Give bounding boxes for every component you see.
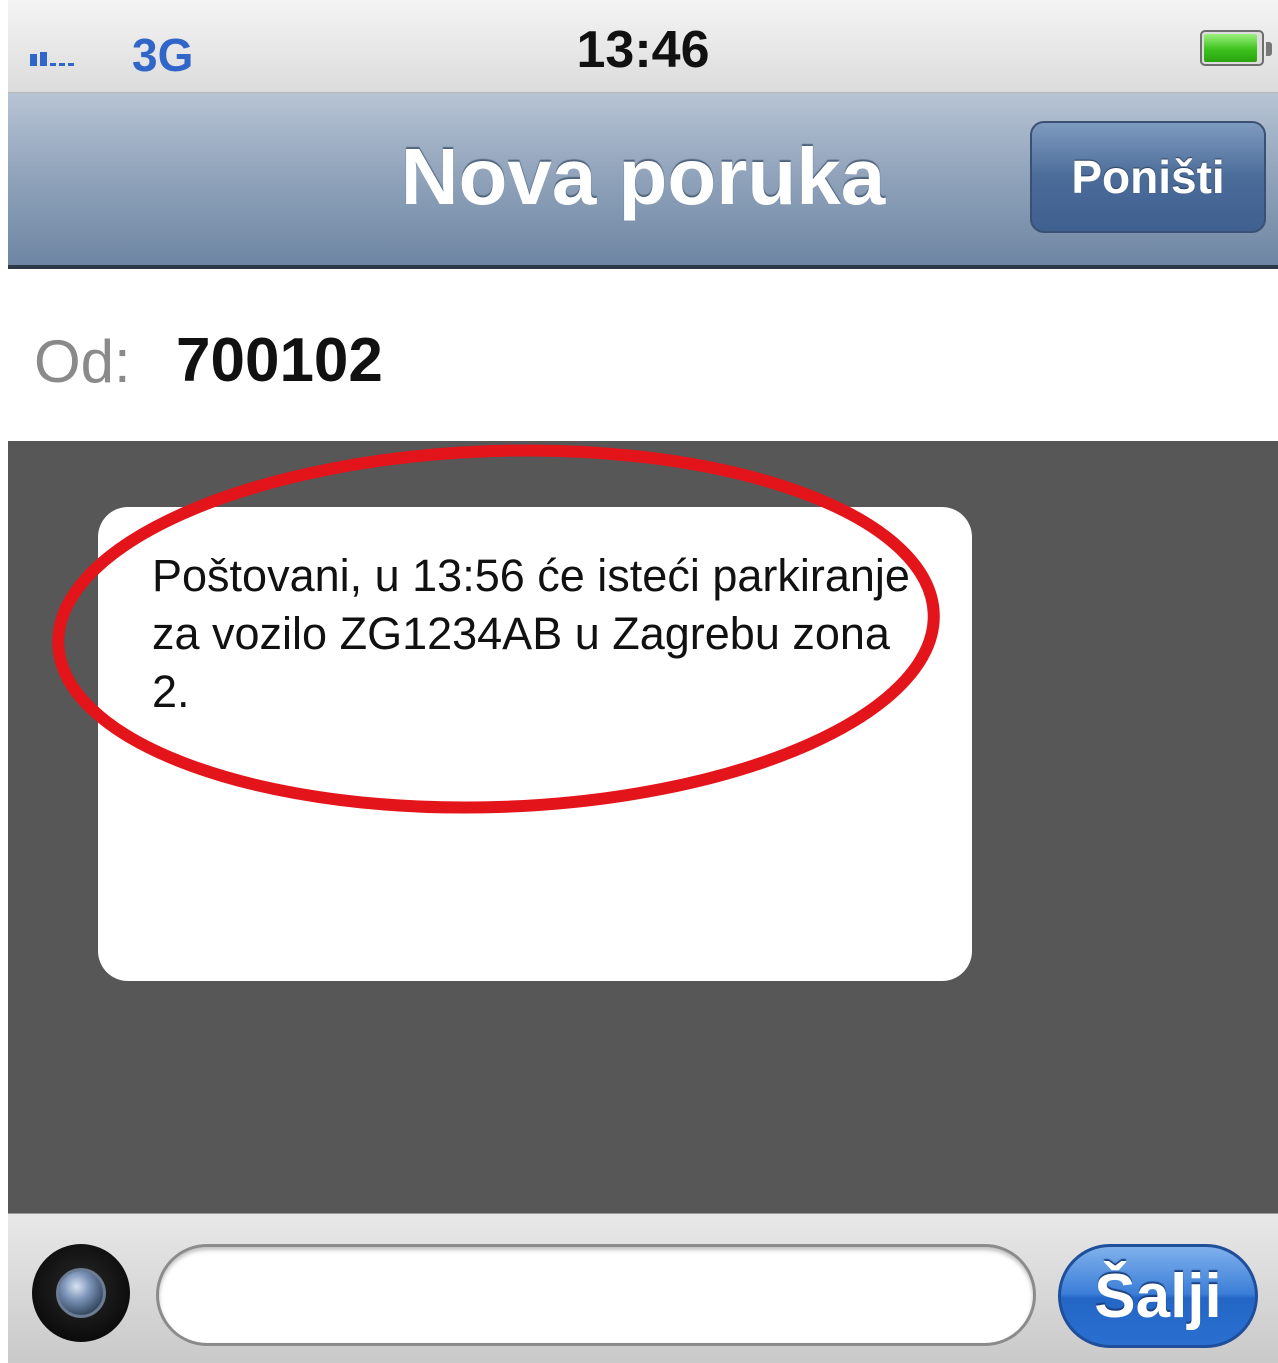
- sender-number[interactable]: 700102: [176, 325, 383, 396]
- sender-row: Od: 700102: [8, 269, 1278, 441]
- message-input[interactable]: [156, 1244, 1036, 1346]
- navigation-bar: Nova poruka Poništi: [8, 93, 1278, 269]
- status-time: 13:46: [576, 21, 710, 79]
- phone-screen: 3G 13:46 Nova poruka Poništi Od: 700102 …: [0, 0, 1278, 1363]
- compose-bar: Šalji: [8, 1213, 1278, 1363]
- sender-label: Od:: [34, 328, 131, 395]
- battery-tip: [1266, 42, 1272, 56]
- camera-icon: [56, 1268, 106, 1318]
- message-bubble[interactable]: Poštovani, u 13:56 će isteći parkiranje …: [98, 507, 972, 981]
- camera-button[interactable]: [32, 1244, 130, 1342]
- message-text: Poštovani, u 13:56 će isteći parkiranje …: [152, 550, 910, 717]
- cancel-button[interactable]: Poništi: [1030, 121, 1266, 233]
- battery-level-fill: [1204, 34, 1257, 62]
- battery-icon: [1200, 30, 1272, 66]
- status-bar: 3G 13:46: [8, 0, 1278, 93]
- send-button[interactable]: Šalji: [1058, 1244, 1258, 1348]
- message-thread: Poštovani, u 13:56 će isteći parkiranje …: [8, 441, 1278, 1213]
